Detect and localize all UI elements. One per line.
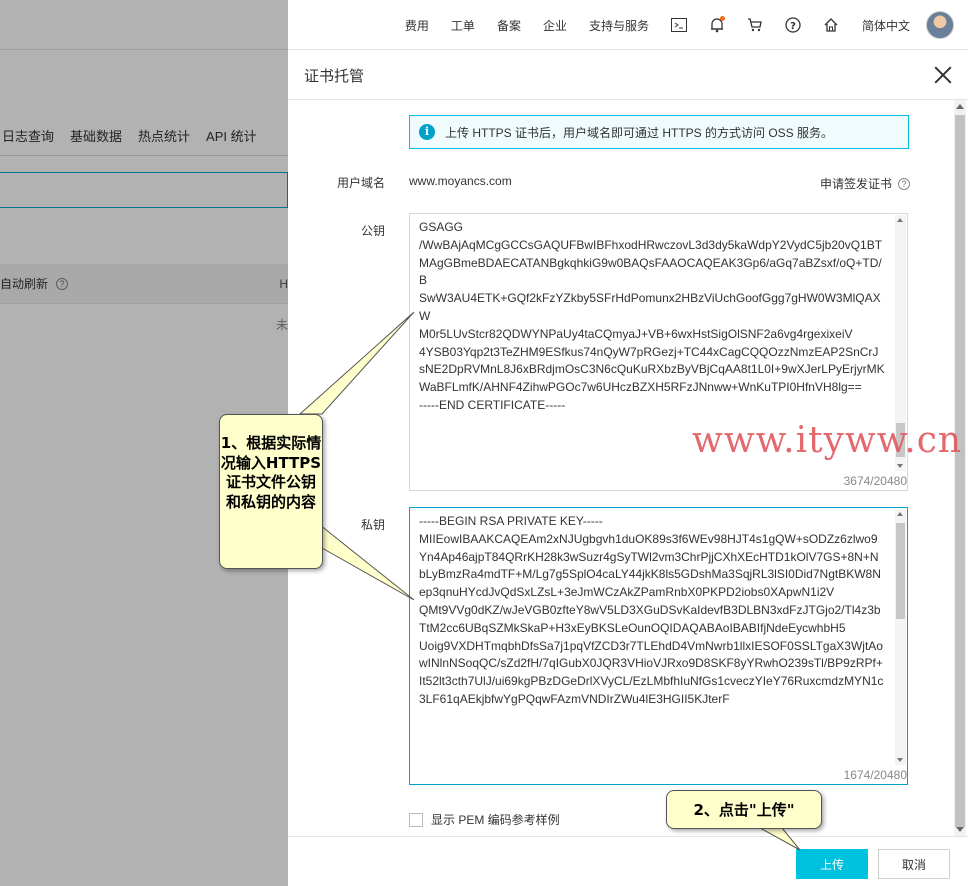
callout1-pointer: [298, 311, 415, 415]
callout2-pointer: [759, 827, 801, 851]
annotation-callout-1: 1、根据实际情况输入HTTPS证书文件公钥和私钥的内容: [219, 414, 323, 569]
watermark: www.ityww.cn: [692, 420, 963, 461]
annotation-callout-2: 2、点击"上传": [666, 790, 822, 829]
callout1-pointer-lower: [319, 523, 415, 601]
